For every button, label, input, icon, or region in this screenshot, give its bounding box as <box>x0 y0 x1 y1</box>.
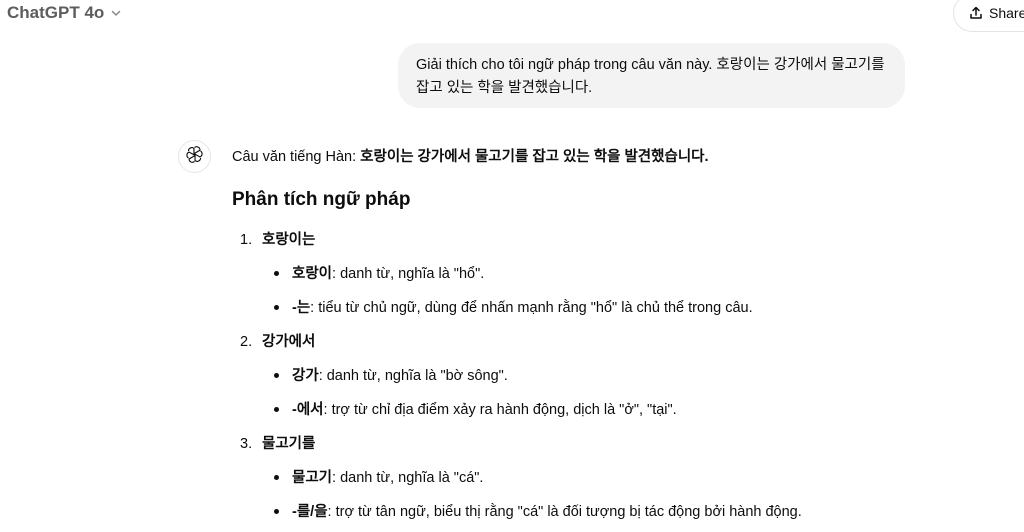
chevron-down-icon <box>110 7 122 19</box>
list-number: 3. <box>240 436 253 452</box>
bullet-dot <box>274 304 279 310</box>
bullet-term: 호랑이 <box>292 266 333 282</box>
assistant-avatar <box>178 140 211 173</box>
list-item-3: 3. 물고기를 <box>240 432 315 453</box>
model-selector[interactable]: ChatGPT 4o <box>7 3 122 23</box>
list-title: 강가에서 <box>262 334 316 350</box>
bullet-item: 강가: danh từ, nghĩa là "bờ sông". <box>274 364 508 385</box>
intro-prefix: Câu văn tiếng Hàn: <box>232 149 361 165</box>
bullet-text: : danh từ, nghĩa là "hổ". <box>332 266 485 282</box>
list-item-1: 1. 호랑이는 <box>240 228 315 249</box>
openai-logo-icon <box>185 145 204 169</box>
bullet-dot <box>274 406 279 412</box>
bullet-term: -를/을 <box>292 504 328 520</box>
share-button[interactable]: Share <box>953 0 1024 32</box>
user-message-text: Giải thích cho tôi ngữ pháp trong câu vă… <box>416 57 885 96</box>
user-message-bubble: Giải thích cho tôi ngữ pháp trong câu vă… <box>398 43 905 108</box>
assistant-message: Câu văn tiếng Hàn: 호랑이는 강가에서 물고기를 잡고 있는 … <box>232 146 992 520</box>
bullet-item: 호랑이: danh từ, nghĩa là "hổ". <box>274 262 484 283</box>
bullet-dot <box>274 508 279 514</box>
bullet-text: : danh từ, nghĩa là "cá". <box>332 470 484 486</box>
bullet-item: -를/을: trợ từ tân ngữ, biểu thị rằng "cá"… <box>274 500 802 521</box>
bullet-text: : tiểu từ chủ ngữ, dùng để nhấn mạnh rằn… <box>310 300 753 316</box>
bullet-dot <box>274 474 279 480</box>
list-title: 호랑이는 <box>262 232 316 248</box>
bullet-text: : trợ từ chỉ địa điểm xảy ra hành động, … <box>323 402 677 418</box>
bullet-dot <box>274 270 279 276</box>
bullet-item: -에서: trợ từ chỉ địa điểm xảy ra hành độn… <box>274 398 677 419</box>
intro-line: Câu văn tiếng Hàn: 호랑이는 강가에서 물고기를 잡고 있는 … <box>232 146 992 168</box>
list-number: 1. <box>240 232 253 248</box>
bullet-item: -는: tiểu từ chủ ngữ, dùng để nhấn mạnh r… <box>274 296 753 317</box>
intro-sentence: 호랑이는 강가에서 물고기를 잡고 있는 학을 발견했습니다. <box>360 149 709 165</box>
bullet-item: 물고기: danh từ, nghĩa là "cá". <box>274 466 483 487</box>
share-icon <box>969 6 983 20</box>
share-label: Share <box>989 5 1024 21</box>
model-name: ChatGPT 4o <box>7 3 105 22</box>
section-heading: Phân tích ngữ pháp <box>232 189 411 210</box>
bullet-dot <box>274 372 279 378</box>
bullet-text: : danh từ, nghĩa là "bờ sông". <box>318 368 508 384</box>
bullet-text: : trợ từ tân ngữ, biểu thị rằng "cá" là … <box>327 504 802 520</box>
top-bar: ChatGPT 4o Share <box>0 0 1024 32</box>
list-title: 물고기를 <box>262 436 316 452</box>
bullet-term: 물고기 <box>292 470 333 486</box>
bullet-term: -에서 <box>292 402 324 418</box>
bullet-term: -는 <box>292 300 311 316</box>
list-number: 2. <box>240 334 253 350</box>
bullet-term: 강가 <box>292 368 319 384</box>
list-item-2: 2. 강가에서 <box>240 330 315 351</box>
